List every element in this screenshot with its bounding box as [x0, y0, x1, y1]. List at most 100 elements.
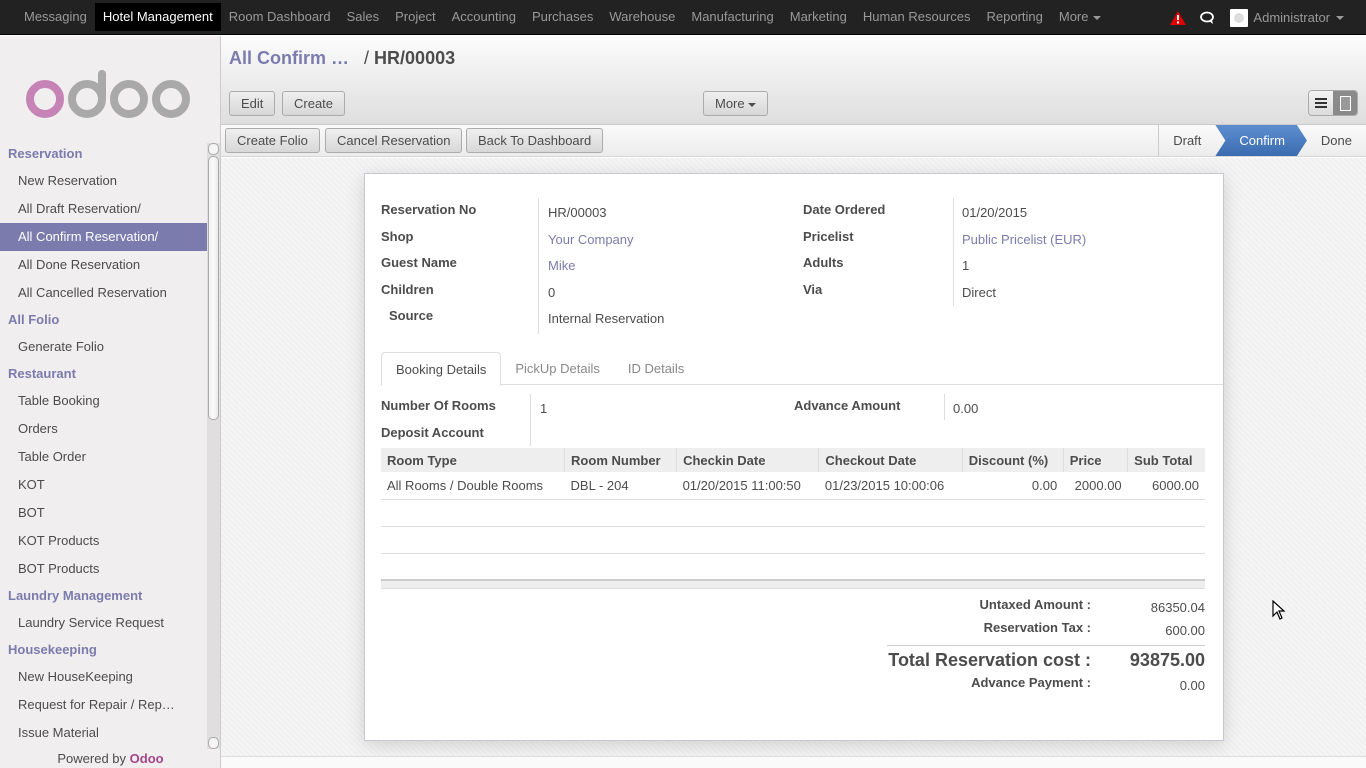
- scroll-down-arrow-icon[interactable]: [208, 737, 219, 749]
- column-header-sub-total[interactable]: Sub Total: [1127, 448, 1205, 472]
- stage-done[interactable]: Done: [1307, 125, 1366, 156]
- topbar-right: Administrator: [1170, 0, 1366, 35]
- field-row-children: Children 0: [381, 282, 781, 309]
- menu-accounting[interactable]: Accounting: [444, 3, 524, 31]
- field-row-reservation-no: Reservation No HR/00003: [381, 202, 781, 229]
- back-to-dashboard-button[interactable]: Back To Dashboard: [466, 128, 604, 153]
- sidebar-item-orders[interactable]: Orders: [0, 415, 207, 443]
- sidebar-item-request-for-repair-rep[interactable]: Request for Repair / Rep…: [0, 691, 207, 719]
- menu-more-dropdown[interactable]: More: [1051, 3, 1110, 31]
- table-row[interactable]: All Rooms / Double Rooms DBL - 204 01/20/2…: [381, 472, 1205, 500]
- powered-by-brand-link[interactable]: Odoo: [130, 751, 164, 766]
- guest-name-value[interactable]: Mike: [548, 258, 575, 273]
- menu-marketing[interactable]: Marketing: [782, 3, 855, 31]
- sidebar: Reservation New Reservation All Draft Rese…: [0, 36, 221, 768]
- powered-by-text: Powered by: [57, 751, 127, 766]
- sidebar-item-all-done-reservation[interactable]: All Done Reservation: [0, 251, 207, 279]
- column-header-price[interactable]: Price: [1062, 448, 1128, 472]
- sidebar-item-new-reservation[interactable]: New Reservation: [0, 167, 207, 195]
- empty-cell: [381, 499, 1205, 527]
- menu-reporting[interactable]: Reporting: [978, 3, 1050, 31]
- sidebar-section-all-folio[interactable]: All Folio: [0, 307, 207, 333]
- scrollbar-thumb[interactable]: [208, 156, 219, 420]
- chevron-down-icon: [1336, 15, 1344, 20]
- reservation-no-label: Reservation No: [381, 202, 477, 217]
- table-footer-row: [381, 579, 1205, 589]
- sidebar-section-laundry-management[interactable]: Laundry Management: [0, 583, 207, 609]
- user-name: Administrator: [1253, 10, 1330, 25]
- chat-bubbles-icon[interactable]: [1200, 11, 1216, 25]
- left-field-group: Reservation No HR/00003 Shop Your Company Gu…: [381, 202, 781, 335]
- source-value: Internal Reservation: [548, 311, 665, 326]
- column-header-checkout-date[interactable]: Checkout Date: [818, 448, 963, 472]
- warning-alert-icon[interactable]: [1170, 10, 1187, 25]
- sidebar-section-reservation[interactable]: Reservation: [0, 141, 207, 167]
- advance-amount-label: Advance Amount: [794, 398, 901, 413]
- tab-booking-details[interactable]: Booking Details: [381, 352, 502, 386]
- children-label: Children: [381, 281, 434, 297]
- field-row-guest-name: Guest Name Mike: [381, 255, 781, 282]
- menu-sales[interactable]: Sales: [339, 3, 388, 31]
- bottom-bar: [221, 756, 1366, 768]
- stage-draft[interactable]: Draft: [1159, 125, 1225, 156]
- chevron-down-icon: [1093, 15, 1102, 20]
- stage-confirm[interactable]: Confirm: [1215, 125, 1307, 156]
- sidebar-item-new-housekeeping[interactable]: New HouseKeeping: [0, 663, 207, 691]
- field-row-shop: Shop Your Company: [381, 229, 781, 256]
- date-ordered-value: 01/20/2015: [962, 205, 1028, 220]
- menu-human-resources[interactable]: Human Resources: [855, 3, 979, 31]
- sidebar-item-bot[interactable]: BOT: [0, 499, 207, 527]
- breadcrumb-current: HR/00003: [374, 48, 456, 68]
- view-switcher: [1308, 90, 1358, 116]
- scroll-up-arrow-icon[interactable]: [208, 143, 219, 155]
- room-lines-table: Room Type Room Number Checkin Date Checkout…: [381, 448, 1205, 589]
- shop-value[interactable]: Your Company: [548, 232, 634, 247]
- statusbar: Create Folio Cancel Reservation Back To …: [221, 125, 1366, 157]
- sidebar-item-all-draft-reservation[interactable]: All Draft Reservation/: [0, 195, 207, 223]
- sidebar-item-issue-material[interactable]: Issue Material: [0, 719, 207, 747]
- pricelist-value[interactable]: Public Pricelist (EUR): [962, 232, 1086, 247]
- cancel-reservation-button[interactable]: Cancel Reservation: [325, 128, 463, 153]
- sidebar-item-all-cancelled-reservation[interactable]: All Cancelled Reservation: [0, 279, 207, 307]
- breadcrumb-parent-link[interactable]: All Confirm …: [229, 48, 349, 68]
- sidebar-item-table-order[interactable]: Table Order: [0, 443, 207, 471]
- children-value: 0: [548, 284, 556, 300]
- menu-messaging[interactable]: Messaging: [16, 3, 95, 31]
- create-button[interactable]: Create: [282, 91, 346, 116]
- source-label: Source: [389, 308, 434, 323]
- sidebar-scrollbar[interactable]: [207, 143, 220, 749]
- user-menu[interactable]: Administrator: [1230, 8, 1344, 27]
- deposit-account-label: Deposit Account: [381, 425, 484, 440]
- sidebar-section-housekeeping[interactable]: Housekeeping: [0, 637, 207, 663]
- sidebar-item-laundry-service-request[interactable]: Laundry Service Request: [0, 609, 207, 637]
- menu-hotel-management[interactable]: Hotel Management: [94, 3, 221, 31]
- list-view-icon[interactable]: [1309, 91, 1333, 115]
- menu-room-dashboard[interactable]: Room Dashboard: [221, 3, 339, 31]
- create-folio-button[interactable]: Create Folio: [225, 128, 320, 153]
- sidebar-section-restaurant[interactable]: Restaurant: [0, 361, 207, 387]
- sidebar-item-generate-folio[interactable]: Generate Folio: [0, 333, 207, 361]
- totals-summary: Untaxed Amount : 86350.04 Reservation Ta…: [885, 597, 1205, 698]
- menu-manufacturing[interactable]: Manufacturing: [683, 3, 781, 31]
- column-header-discount[interactable]: Discount (%): [961, 448, 1064, 472]
- sidebar-item-table-booking[interactable]: Table Booking: [0, 387, 207, 415]
- sidebar-item-bot-products[interactable]: BOT Products: [0, 555, 207, 583]
- form-view-icon[interactable]: [1333, 91, 1357, 115]
- more-dropdown-button[interactable]: More: [703, 91, 768, 116]
- advance-amount-value: 0.00: [953, 401, 979, 416]
- odoo-logo[interactable]: [25, 66, 195, 121]
- advance-payment-label: Advance Payment :: [971, 675, 1091, 690]
- tab-pickup-details[interactable]: PickUp Details: [501, 352, 614, 385]
- tab-id-details[interactable]: ID Details: [614, 352, 698, 385]
- sidebar-item-kot-products[interactable]: KOT Products: [0, 527, 207, 555]
- right-field-group: Date Ordered 01/20/2015 Pricelist Public Pr…: [803, 202, 1203, 308]
- sidebar-item-kot[interactable]: KOT: [0, 471, 207, 499]
- edit-button[interactable]: Edit: [229, 91, 276, 116]
- menu-warehouse[interactable]: Warehouse: [601, 3, 683, 31]
- sidebar-item-all-confirm-reservation[interactable]: All Confirm Reservation/: [0, 223, 207, 251]
- menu-project[interactable]: Project: [387, 3, 443, 31]
- column-header-room-number[interactable]: Room Number: [564, 448, 677, 472]
- column-header-room-type[interactable]: Room Type: [381, 448, 565, 472]
- menu-purchases[interactable]: Purchases: [524, 3, 601, 31]
- column-header-checkin-date[interactable]: Checkin Date: [676, 448, 819, 472]
